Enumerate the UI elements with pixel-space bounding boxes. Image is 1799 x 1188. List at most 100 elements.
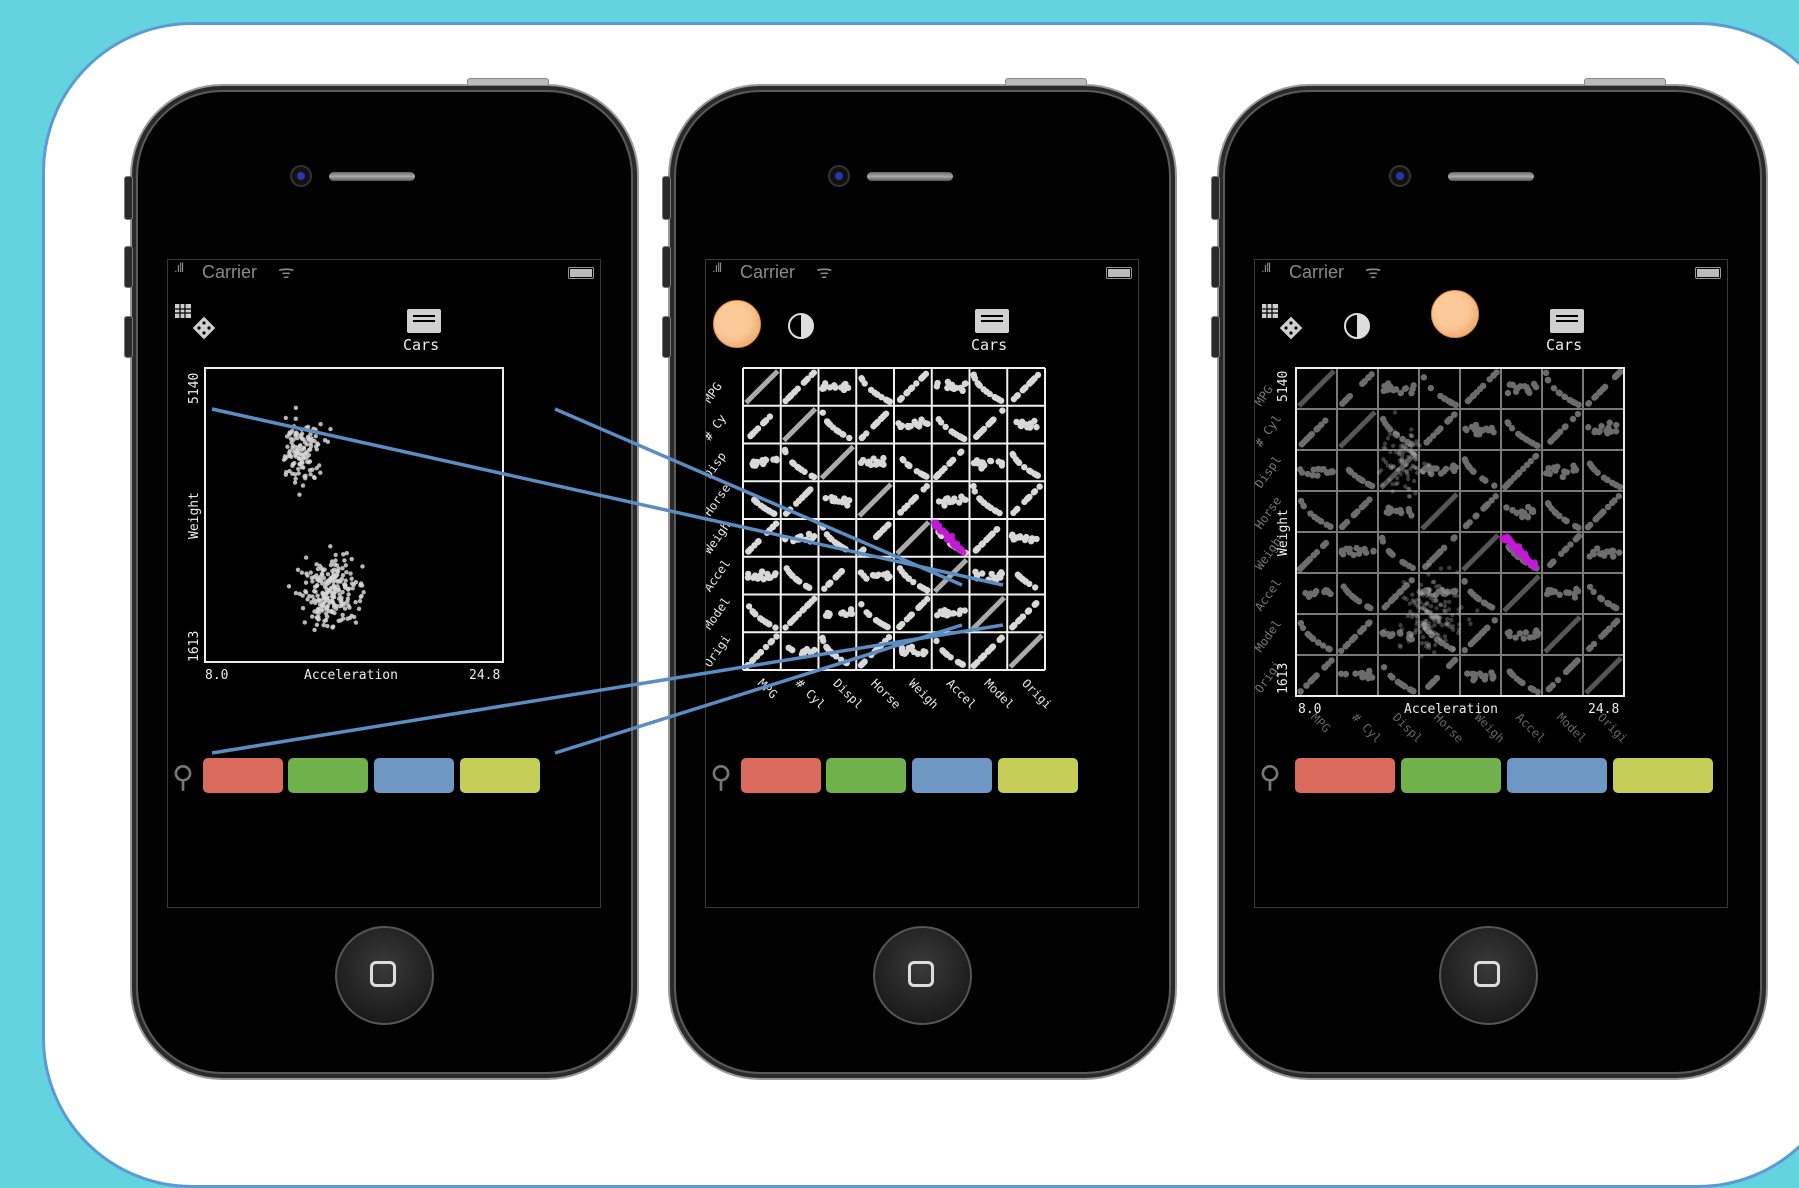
matrix-point (810, 595, 818, 603)
matrix-point (835, 571, 842, 578)
data-point (1427, 462, 1432, 468)
matrix-point (1368, 674, 1376, 681)
color-button-red[interactable] (741, 758, 821, 793)
matrix-point (1485, 602, 1493, 609)
dataset-title: Cars (971, 336, 1008, 354)
scatter-matrix-chart[interactable]: MPG# CyDispHorseWeighAccelModelOrigiMPG #… (706, 360, 1138, 750)
data-point (314, 466, 319, 471)
column-label: # Cyl (793, 676, 828, 711)
home-button[interactable] (873, 926, 972, 1025)
matrix-point (1524, 387, 1531, 394)
speaker-grille (1448, 172, 1534, 181)
color-button-yellow[interactable] (1613, 758, 1713, 793)
matrix-point (842, 659, 850, 666)
matrix-point (1604, 503, 1612, 511)
color-button-red[interactable] (1295, 758, 1395, 793)
data-point (1442, 634, 1448, 639)
home-button[interactable] (1439, 926, 1538, 1025)
column-label: Origi (1019, 676, 1054, 711)
scatterplot-chart[interactable]: 8.0 24.8 Acceleration 5140 1613 Weight (168, 360, 600, 700)
data-point (1401, 579, 1407, 585)
matrix-point (1503, 504, 1510, 511)
phone-transition: .ıll Carrier ᯤ Cars MPG # Cyl Displ Horse We… (1211, 78, 1768, 1080)
data-point (360, 564, 365, 569)
cars-sheet-icon[interactable] (975, 309, 1009, 333)
matrix-point (1473, 512, 1480, 519)
cars-sheet-icon[interactable] (407, 309, 441, 333)
matrix-point (1516, 630, 1524, 637)
data-point (1414, 622, 1419, 627)
matrix-point (790, 615, 798, 623)
color-button-yellow[interactable] (998, 758, 1078, 793)
search-icon[interactable]: ⚲ (710, 760, 732, 795)
column-label: MPG (755, 676, 780, 701)
grid-dice-icon[interactable] (174, 302, 222, 340)
data-point (1418, 582, 1424, 588)
matrix-point (1512, 388, 1520, 395)
matrix-point (1355, 598, 1363, 605)
color-button-red[interactable] (203, 758, 283, 793)
data-point (293, 431, 298, 437)
matrix-point (1549, 559, 1556, 566)
matrix-point (1525, 503, 1532, 511)
diagonal-mark (895, 520, 931, 556)
matrix-point (804, 601, 812, 609)
matrix-point (1509, 506, 1516, 514)
data-point (1414, 614, 1420, 619)
matrix-point (808, 472, 815, 480)
data-point (1444, 623, 1450, 628)
search-icon[interactable]: ⚲ (172, 760, 194, 795)
contrast-icon[interactable] (1344, 313, 1370, 339)
data-point (1395, 467, 1400, 473)
cars-sheet-icon[interactable] (1550, 309, 1584, 333)
matrix-point (1009, 450, 1016, 458)
matrix-point (1033, 471, 1040, 479)
matrix-point (941, 502, 948, 509)
matrix-point (871, 389, 878, 396)
matrix-point (1542, 470, 1550, 477)
matrix-point (1598, 595, 1606, 603)
color-button-blue[interactable] (374, 758, 454, 793)
contrast-icon[interactable] (788, 313, 814, 339)
matrix-point (1297, 620, 1305, 627)
matrix-point (760, 504, 767, 511)
data-point (353, 579, 359, 585)
color-button-blue[interactable] (912, 758, 992, 793)
data-point (1390, 443, 1396, 448)
matrix-point (1310, 466, 1317, 473)
data-point (1426, 572, 1431, 577)
mute-switch (662, 176, 671, 220)
matrix-point (755, 538, 762, 545)
color-button-blue[interactable] (1507, 758, 1607, 793)
matrix-point (1028, 535, 1036, 542)
matrix-point (1314, 472, 1321, 479)
data-point (301, 446, 307, 451)
matrix-point (1590, 640, 1598, 648)
data-point (1422, 602, 1427, 608)
data-point (315, 593, 320, 598)
data-point (1401, 468, 1406, 473)
data-point (308, 447, 313, 452)
matrix-point (1436, 426, 1443, 433)
matrix-point (1033, 423, 1040, 431)
color-button-green[interactable] (288, 758, 368, 793)
matrix-point (819, 523, 827, 530)
battery-icon (1106, 267, 1132, 279)
matrix-point (882, 622, 889, 630)
color-button-green[interactable] (826, 758, 906, 793)
column-label: Model (1554, 710, 1589, 745)
matrix-point (1009, 531, 1016, 538)
home-button[interactable] (335, 926, 434, 1025)
search-icon[interactable]: ⚲ (1259, 760, 1281, 795)
data-point (1407, 442, 1413, 448)
grid-dice-icon[interactable] (1261, 302, 1309, 340)
matrix-point (833, 427, 840, 434)
matrix-point (747, 545, 755, 552)
row-label: Horse (706, 481, 733, 519)
color-button-yellow[interactable] (460, 758, 540, 793)
data-point (359, 593, 364, 599)
transition-chart[interactable]: MPG# CylDisplHorseWeighAccelModelOrigiMP… (1255, 360, 1727, 750)
row-label: Origi (706, 632, 733, 670)
color-button-green[interactable] (1401, 758, 1501, 793)
matrix-point (1522, 629, 1530, 636)
